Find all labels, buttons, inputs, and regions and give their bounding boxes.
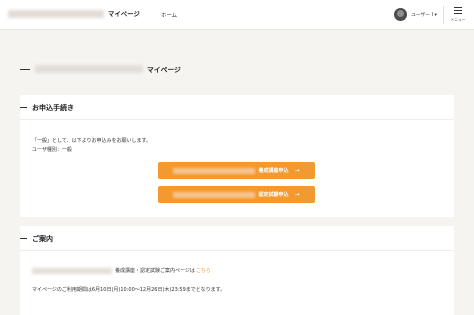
menu-button[interactable]: メニュー [446, 5, 470, 25]
application-card-header: お申込手続き [20, 95, 454, 120]
nav-home-link[interactable]: ホーム [161, 11, 177, 19]
header-divider [443, 6, 444, 24]
page-title-text: マイページ [147, 66, 181, 74]
application-heading: お申込手続き [32, 104, 74, 112]
application-card: お申込手続き 「一般」として、以下よりお申込みをお願いします。 ユーザ種別：一般… [20, 95, 454, 217]
exam-apply-button[interactable]: 認定試験申込 → [158, 186, 315, 203]
user-type-text: ユーザ種別：一般 [32, 147, 72, 153]
application-instruction: 「一般」として、以下よりお申込みをお願いします。 [32, 138, 152, 144]
top-header: マイページ ホーム ユーザー I ▾ メニュー [0, 0, 474, 30]
guide-card: ご案内 養成講座・認定試験ご案内ページは こちら マイページのご利用期間は6月1… [20, 226, 454, 315]
guide-link[interactable]: こちら [196, 267, 211, 274]
menu-label: メニュー [450, 17, 466, 22]
course-apply-label: 養成講座申込 [258, 168, 289, 174]
guide-info-text: 養成講座・認定試験ご案内ページは [115, 268, 195, 274]
title-dash [20, 68, 30, 70]
guide-card-header: ご案内 [20, 226, 454, 251]
page-title: マイページ [20, 64, 181, 74]
heading-bar [20, 107, 27, 108]
arrow-right-icon: → [294, 191, 300, 198]
user-menu-toggle[interactable]: ユーザー I ▾ [411, 11, 437, 18]
blurred-org-name [8, 9, 104, 18]
blurred-org-name [173, 167, 256, 174]
heading-bar [20, 238, 27, 239]
exam-apply-label: 認定試験申込 [258, 192, 289, 198]
hamburger-icon [454, 7, 462, 14]
brand-mypage-label: マイページ [108, 10, 140, 18]
user-avatar[interactable] [394, 8, 407, 21]
site-logo[interactable]: マイページ [8, 9, 140, 18]
blurred-org-name [35, 65, 143, 73]
course-apply-button[interactable]: 養成講座申込 → [158, 162, 315, 179]
blurred-org-name [32, 267, 112, 274]
arrow-right-icon: → [294, 167, 300, 174]
usage-period-text: マイページのご利用期間は6月10日(月)10:00～12月26日(木)23:59… [32, 287, 226, 293]
blurred-org-name [173, 191, 256, 198]
guide-info-line: 養成講座・認定試験ご案内ページは こちら [32, 267, 211, 274]
guide-heading: ご案内 [32, 235, 53, 243]
